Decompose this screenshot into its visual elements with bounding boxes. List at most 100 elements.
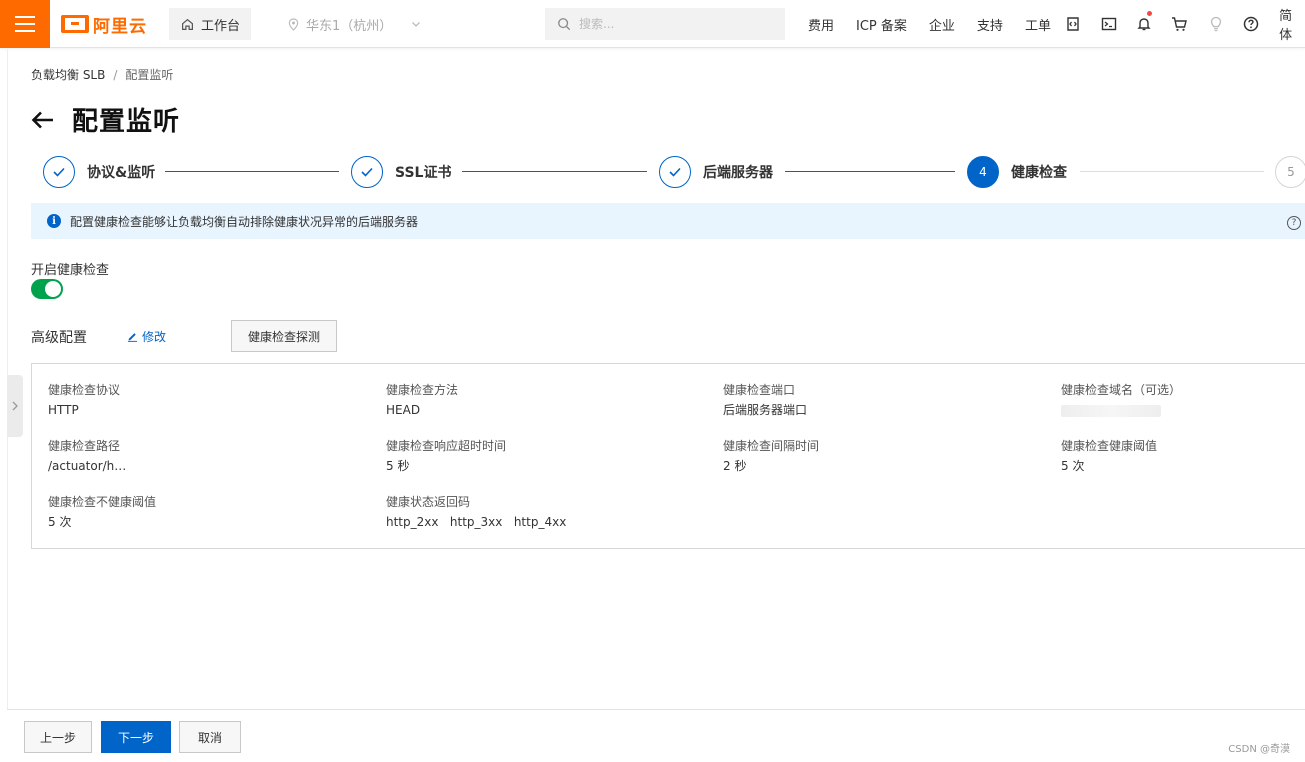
pencil-icon <box>127 333 138 342</box>
footer-action-bar: 上一步 下一步 取消 CSDN @奇漠 <box>7 709 1305 762</box>
step-label: 协议&监听 <box>87 165 156 181</box>
nav-link-support[interactable]: 支持 <box>977 15 1003 34</box>
step-label: 健康检查 <box>1011 165 1067 181</box>
nav-link-enterprise[interactable]: 企业 <box>929 15 955 34</box>
nav-link-ticket[interactable]: 工单 <box>1025 15 1051 34</box>
aliyun-logo-icon <box>61 15 89 33</box>
check-icon <box>659 156 691 188</box>
cancel-button[interactable]: 取消 <box>179 721 241 753</box>
lightbulb-icon[interactable] <box>1198 0 1234 48</box>
cart-icon[interactable] <box>1162 0 1198 48</box>
nav-link-fees[interactable]: 费用 <box>808 15 834 34</box>
step-label: 后端服务器 <box>703 165 773 181</box>
config-label: 健康状态返回码 <box>386 495 471 509</box>
config-value: 5 次 <box>1061 459 1085 473</box>
edit-label: 修改 <box>142 330 167 344</box>
config-value: http_2xx http_3xx http_4xx <box>386 515 567 529</box>
step-number: 4 <box>967 156 999 188</box>
edit-link[interactable]: 修改 <box>127 328 166 345</box>
sidebar-expand-handle[interactable] <box>7 375 23 437</box>
config-label: 健康检查健康阈值 <box>1061 439 1158 453</box>
advanced-config-title: 高级配置 <box>31 330 87 346</box>
terminal-icon[interactable] <box>1091 0 1127 48</box>
hamburger-menu-button[interactable] <box>0 0 50 48</box>
breadcrumb-separator: / <box>113 67 118 82</box>
step-connector <box>1080 171 1264 172</box>
menu-icon-bar <box>15 16 35 18</box>
aliyun-logo[interactable]: 阿里云 <box>61 12 147 37</box>
step-5: 5 <box>1275 155 1305 189</box>
step-number: 5 <box>1275 156 1305 188</box>
page-header: 配置监听 <box>30 101 180 138</box>
step-ssl[interactable]: SSL证书 <box>351 155 451 189</box>
config-value: /actuator/h… <box>48 459 127 473</box>
menu-icon-bar <box>15 30 35 32</box>
step-health-check[interactable]: 4 健康检查 <box>967 155 1067 189</box>
step-label: SSL证书 <box>395 165 452 181</box>
step-protocol[interactable]: 协议&监听 <box>43 155 155 189</box>
advanced-config-panel: 健康检查协议 HTTP 健康检查方法 HEAD 健康检查端口 后端服务器端口 健… <box>31 363 1305 549</box>
config-value: 5 次 <box>48 515 72 529</box>
info-icon: i <box>47 214 61 228</box>
home-icon <box>182 18 193 30</box>
info-text: 配置健康检查能够让负载均衡自动排除健康状况异常的后端服务器 <box>70 214 419 229</box>
config-item-status-codes: 健康状态返回码 http_2xx http_3xx http_4xx <box>386 492 566 532</box>
config-item-healthy-threshold: 健康检查健康阈值 5 次 <box>1061 436 1157 476</box>
breadcrumb-current: 配置监听 <box>125 68 174 82</box>
next-step-button[interactable]: 下一步 <box>101 721 171 753</box>
step-backend[interactable]: 后端服务器 <box>659 155 773 189</box>
config-label: 健康检查协议 <box>48 383 121 397</box>
config-item-method: 健康检查方法 HEAD <box>386 380 458 420</box>
step-connector <box>165 171 339 172</box>
workbench-button[interactable]: 工作台 <box>169 8 251 40</box>
config-value-masked <box>1061 400 1181 420</box>
menu-icon-bar <box>15 23 35 25</box>
config-label: 健康检查端口 <box>723 383 796 397</box>
top-navbar: 阿里云 工作台 华东1（杭州） 费用 ICP 备案 企业 支持 工单 <box>0 0 1305 48</box>
config-item-unhealthy-threshold: 健康检查不健康阈值 5 次 <box>48 492 156 532</box>
steps-progress: 协议&监听 SSL证书 后端服务器 4 健康检查 5 <box>43 155 1305 189</box>
nav-link-icp[interactable]: ICP 备案 <box>856 15 907 34</box>
config-value: 2 秒 <box>723 459 747 473</box>
config-label: 健康检查域名（可选） <box>1061 383 1182 397</box>
config-item-domain: 健康检查域名（可选） <box>1061 380 1181 420</box>
bell-icon[interactable] <box>1126 0 1162 48</box>
page-title: 配置监听 <box>72 107 181 137</box>
workbench-label: 工作台 <box>201 18 241 34</box>
question-icon[interactable]: ? <box>1287 216 1301 230</box>
search-icon <box>558 18 571 31</box>
health-probe-button[interactable]: 健康检查探测 <box>231 320 337 352</box>
step-connector <box>462 171 647 172</box>
code-icon[interactable] <box>1055 0 1091 48</box>
region-label: 华东1（杭州） <box>306 18 393 34</box>
config-value: HTTP <box>48 403 79 417</box>
search-input[interactable] <box>579 17 769 31</box>
watermark: CSDN @奇漠 <box>1228 744 1290 755</box>
help-icon[interactable] <box>1233 0 1269 48</box>
back-arrow-icon[interactable] <box>30 107 56 133</box>
check-icon <box>43 156 75 188</box>
breadcrumb: 负载均衡 SLB / 配置监听 <box>31 66 173 83</box>
chevron-down-icon <box>412 22 421 27</box>
config-label: 健康检查路径 <box>48 439 121 453</box>
region-selector[interactable]: 华东1（杭州） <box>288 8 421 40</box>
health-check-toggle[interactable] <box>31 279 63 299</box>
config-item-interval: 健康检查间隔时间 2 秒 <box>723 436 819 476</box>
config-label: 健康检查不健康阈值 <box>48 495 157 509</box>
config-label: 健康检查响应超时时间 <box>386 439 507 453</box>
previous-step-button[interactable]: 上一步 <box>24 721 92 753</box>
search-box[interactable] <box>545 8 785 40</box>
breadcrumb-parent[interactable]: 负载均衡 SLB <box>31 66 105 83</box>
language-switch[interactable]: 简体 <box>1279 5 1305 43</box>
config-label: 健康检查方法 <box>386 383 459 397</box>
location-pin-icon <box>288 17 299 31</box>
chevron-right-icon <box>12 401 18 411</box>
check-icon <box>351 156 383 188</box>
config-item-timeout: 健康检查响应超时时间 5 秒 <box>386 436 506 476</box>
config-label: 健康检查间隔时间 <box>723 439 820 453</box>
health-check-toggle-label: 开启健康检查 <box>31 263 110 278</box>
step-connector <box>785 171 955 172</box>
config-value: 5 秒 <box>386 459 410 473</box>
config-value: HEAD <box>386 403 421 417</box>
logo-text: 阿里云 <box>93 16 147 37</box>
